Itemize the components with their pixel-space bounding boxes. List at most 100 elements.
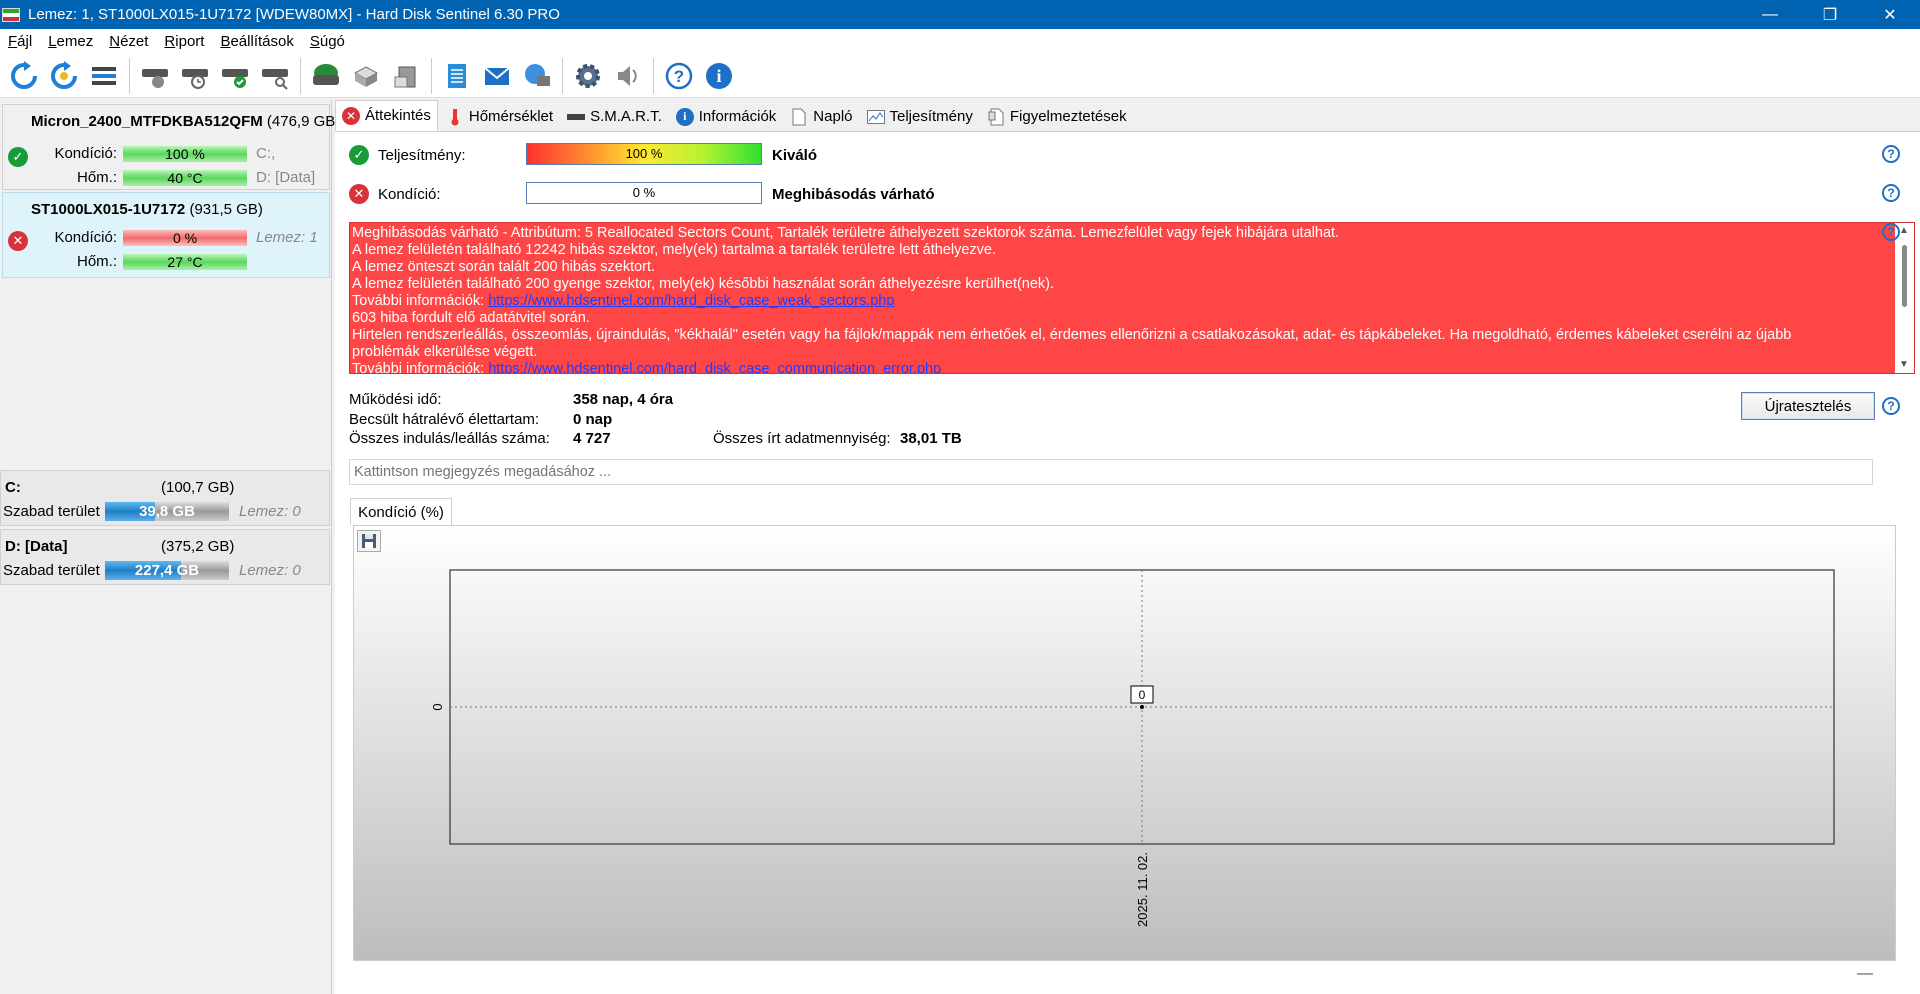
report-icon[interactable]: [440, 59, 474, 93]
retest-button[interactable]: Újratesztelés: [1741, 392, 1875, 420]
menu-settings[interactable]: Beállítások: [212, 33, 301, 50]
tab-bar: ✕ Áttekintés Hőmérséklet S.M.A.R.T. i In…: [335, 100, 1920, 132]
info-icon[interactable]: i: [702, 59, 736, 93]
data-label: 0: [1139, 688, 1146, 702]
alert-help-icon[interactable]: ?: [1882, 223, 1900, 241]
condition-bar: 0 %: [123, 230, 247, 246]
volume-card-c[interactable]: C: (100,7 GB) Szabad terület 39,8 GB Lem…: [0, 470, 330, 526]
volume-card-d[interactable]: D: [Data] (375,2 GB) Szabad terület 227,…: [0, 529, 330, 585]
alert-scrollbar[interactable]: ▲ ▼: [1895, 223, 1914, 373]
thermometer-icon: [446, 108, 464, 126]
x-tick-label: 2025. 11. 02.: [1135, 852, 1150, 927]
menu-report[interactable]: Riport: [156, 33, 212, 50]
performance-text: Kiváló: [772, 147, 818, 164]
temperature-bar: 40 °C: [123, 170, 247, 186]
menu-disk[interactable]: Lemez: [40, 33, 101, 50]
retest-help-icon[interactable]: ?: [1882, 397, 1900, 415]
close-button[interactable]: ✕: [1860, 0, 1920, 29]
disk-title: ST1000LX015-1U7172 (931,5 GB): [31, 201, 263, 218]
volume-name: D: [Data]: [5, 538, 68, 555]
communication-error-link[interactable]: https://www.hdsentinel.com/hard_disk_cas…: [488, 361, 941, 373]
alert-text: Meghibásodás várható - Attribútum: 5 Rea…: [352, 225, 1882, 373]
disk-temp-row: Hőm.: 27 °C: [3, 251, 331, 273]
volume-disk: Lemez: 0: [239, 503, 301, 520]
details-panel: ✕ Áttekintés Hőmérséklet S.M.A.R.T. i In…: [335, 100, 1920, 994]
disk-search-icon[interactable]: [258, 59, 292, 93]
condition-help-icon[interactable]: ?: [1882, 184, 1900, 202]
disk-test-icon[interactable]: [138, 59, 172, 93]
maximize-button[interactable]: ❐: [1800, 0, 1860, 29]
save-chart-icon[interactable]: [357, 530, 381, 552]
email-icon[interactable]: [480, 59, 514, 93]
tab-temperature[interactable]: Hőmérséklet: [440, 102, 559, 131]
temperature-bar: 27 °C: [123, 254, 247, 270]
volume-disk: Lemez: 0: [239, 562, 301, 579]
minimize-button[interactable]: —: [1740, 0, 1800, 29]
scroll-thumb[interactable]: [1902, 245, 1907, 307]
note-input[interactable]: [349, 459, 1873, 485]
disk-schedule-icon[interactable]: [178, 59, 212, 93]
svg-text:?: ?: [674, 67, 684, 86]
disk-volumes-2: D: [Data]: [256, 169, 316, 186]
toolbar-separator: [431, 57, 432, 94]
disk-stack-icon[interactable]: [349, 59, 383, 93]
disk-list-icon[interactable]: [87, 59, 121, 93]
svg-text:i: i: [716, 66, 721, 86]
alerts-icon: [987, 108, 1005, 126]
volume-size: (100,7 GB): [161, 479, 235, 496]
performance-help-icon[interactable]: ?: [1882, 145, 1900, 163]
menu-file[interactable]: Fájl: [0, 33, 40, 50]
weak-sectors-link[interactable]: https://www.hdsentinel.com/hard_disk_cas…: [488, 293, 894, 309]
uptime-value: 358 nap, 4 óra: [573, 391, 674, 408]
tab-performance[interactable]: Teljesítmény: [861, 102, 979, 131]
scroll-up-icon[interactable]: ▲: [1899, 225, 1909, 236]
menu-view[interactable]: Nézet: [101, 33, 156, 50]
toolbar-separator: [300, 57, 301, 94]
tab-overview[interactable]: ✕ Áttekintés: [335, 100, 438, 131]
menu-bar: Fájl Lemez Nézet Riport Beállítások Súgó: [0, 29, 1920, 54]
tab-alerts[interactable]: Figyelmeztetések: [981, 102, 1133, 131]
error-icon: ✕: [342, 106, 360, 125]
sound-icon[interactable]: [611, 59, 645, 93]
disk-card-0[interactable]: Micron_2400_MTFDKBA512QFM (476,9 GB) ✓ K…: [2, 104, 340, 190]
help-icon[interactable]: ?: [662, 59, 696, 93]
refresh-all-icon[interactable]: [47, 59, 81, 93]
disk-panel: Micron_2400_MTFDKBA512QFM (476,9 GB) ✓ K…: [0, 100, 340, 994]
free-space-label: Szabad terület: [3, 503, 100, 520]
app-icon: [2, 7, 20, 22]
disk-drive-icon[interactable]: [309, 59, 343, 93]
tab-information[interactable]: i Információk: [670, 102, 783, 131]
condition-error-icon: ✕: [349, 184, 369, 204]
starts-label: Összes indulás/leállás száma:: [349, 430, 550, 447]
toolbar: ? i: [0, 54, 1920, 98]
condition-chart: 0 2025. 11. 02. 0: [353, 525, 1896, 961]
volume-name: C:: [5, 479, 21, 496]
condition-text: Meghibásodás várható: [772, 186, 935, 203]
condition-label: Kondíció:: [378, 186, 441, 203]
disk-export-icon[interactable]: [389, 59, 423, 93]
alert-message-box[interactable]: Meghibásodás várható - Attribútum: 5 Rea…: [349, 222, 1915, 374]
settings-icon[interactable]: [571, 59, 605, 93]
performance-ok-icon: ✓: [349, 145, 369, 165]
chart-tab-condition[interactable]: Kondíció (%): [350, 498, 452, 525]
data-point: [1140, 705, 1144, 709]
disk-card-1[interactable]: ST1000LX015-1U7172 (931,5 GB) ✕ Kondíció…: [2, 192, 330, 278]
disk-volumes: C:,: [256, 145, 276, 162]
collapse-icon[interactable]: —: [1857, 965, 1873, 983]
network-icon[interactable]: [520, 59, 554, 93]
free-space-bar: 227,4 GB: [105, 561, 229, 580]
disk-condition-row: Kondíció: 100 % C:,: [54, 145, 276, 162]
scroll-down-icon[interactable]: ▼: [1899, 359, 1909, 370]
volume-size: (375,2 GB): [161, 538, 235, 555]
written-value: 38,01 TB: [900, 430, 962, 447]
toolbar-separator: [653, 57, 654, 94]
refresh-icon[interactable]: [7, 59, 41, 93]
disk-ok-icon[interactable]: [218, 59, 252, 93]
lifetime-label: Becsült hátralévő élettartam:: [349, 411, 540, 428]
written-label: Összes írt adatmennyiség:: [713, 430, 891, 447]
free-space-bar: 39,8 GB: [105, 502, 229, 521]
tab-log[interactable]: Napló: [784, 102, 858, 131]
lifetime-value: 0 nap: [573, 411, 613, 428]
menu-help[interactable]: Súgó: [302, 33, 353, 50]
tab-smart[interactable]: S.M.A.R.T.: [561, 102, 668, 131]
